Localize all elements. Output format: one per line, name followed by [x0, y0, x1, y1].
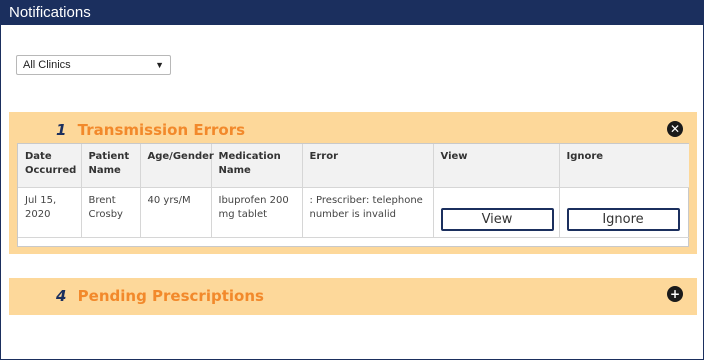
chevron-down-icon: ▼ [155, 60, 164, 70]
cell-medication: Ibuprofen 200 mg tablet [211, 187, 303, 237]
pending-prescriptions-header: 4 Pending Prescriptions [56, 287, 264, 307]
cell-age-gender: 40 yrs/M [140, 187, 212, 237]
column-header-error: Error [302, 144, 434, 187]
column-header-view: View [433, 144, 560, 187]
pending-prescriptions-count: 4 [56, 287, 67, 305]
column-header-patient: Patient Name [81, 144, 141, 187]
clinic-filter-value: All Clinics [23, 59, 71, 71]
page-title: Notifications [1, 1, 703, 25]
table-row: Jul 15, 2020 Brent Crosby 40 yrs/M Ibupr… [18, 187, 689, 237]
column-header-medication: Medication Name [211, 144, 303, 187]
cell-error: : Prescriber: telephone number is invali… [302, 187, 434, 237]
plus-circle-icon[interactable]: + [667, 286, 683, 302]
close-circle-icon[interactable]: ✕ [667, 121, 683, 137]
column-header-ignore: Ignore [566, 151, 604, 162]
column-header-date: Date Occurred [18, 144, 82, 187]
table-header-row: Date Occurred Patient Name Age/Gender Me… [18, 144, 689, 187]
column-header-age-gender: Age/Gender [140, 144, 214, 187]
transmission-errors-title: Transmission Errors [77, 121, 246, 139]
pending-prescriptions-panel[interactable]: 4 Pending Prescriptions + [9, 278, 697, 315]
clinic-filter-select[interactable]: All Clinics ▼ [16, 55, 171, 75]
transmission-errors-table: Date Occurred Patient Name Age/Gender Me… [17, 143, 689, 247]
cell-date: Jul 15, 2020 [18, 187, 82, 237]
ignore-button[interactable]: Ignore [566, 207, 680, 231]
view-button[interactable]: View [440, 207, 554, 231]
cell-patient: Brent Crosby [81, 187, 141, 237]
pending-prescriptions-title: Pending Prescriptions [77, 287, 264, 305]
transmission-errors-header: 1 Transmission Errors [56, 121, 245, 141]
transmission-errors-panel: 1 Transmission Errors ✕ Date Occurred Pa… [9, 112, 697, 254]
cell-ignore: Ignore [559, 187, 689, 237]
transmission-errors-count: 1 [56, 121, 67, 139]
cell-view: View [433, 187, 560, 237]
notifications-window: Notifications All Clinics ▼ 1 Transmissi… [0, 0, 704, 360]
